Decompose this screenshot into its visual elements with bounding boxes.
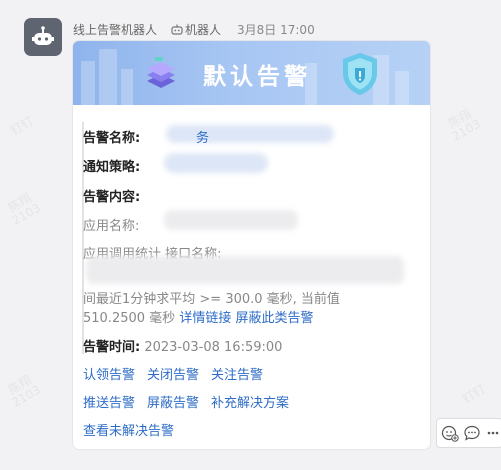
mask-similar-link[interactable]: 屏蔽此类告警: [235, 311, 313, 326]
robot-tag-icon: [171, 24, 183, 35]
robot-tag: 机器人: [171, 21, 221, 38]
action-row-1: 认领告警 关闭告警 关注告警: [83, 364, 275, 383]
robot-tag-label: 机器人: [185, 23, 222, 37]
redacted-alert-name: [166, 125, 334, 143]
push-alert-button[interactable]: 推送告警: [83, 396, 135, 411]
banner-title: 默认告警: [203, 64, 311, 90]
add-solution-button[interactable]: 补充解决方案: [211, 396, 289, 411]
message-time: 3月8日 17:00: [237, 23, 315, 37]
claim-alert-button[interactable]: 认领告警: [83, 368, 135, 383]
message-meta: 线上告警机器人 机器人 3月8日 17:00: [73, 21, 315, 38]
alert-time-value: 2023-03-08 16:59:00: [144, 340, 283, 355]
watermark: 陈翔2103: [5, 372, 44, 410]
content-label: 告警内容:: [83, 190, 141, 205]
shield-icon: [343, 53, 377, 95]
detail-link[interactable]: 详情链接: [179, 311, 231, 326]
robot-avatar[interactable]: [24, 18, 62, 56]
alert-time-label: 告警时间:: [83, 340, 141, 355]
action-row-3: 查看未解决告警: [83, 420, 186, 439]
app-name-label: 应用名称:: [83, 219, 140, 234]
view-unresolved-button[interactable]: 查看未解决告警: [83, 424, 174, 439]
action-row-2: 推送告警 屏蔽告警 补充解决方案: [83, 392, 301, 411]
policy-label: 通知策略:: [83, 160, 141, 175]
alert-banner: 默认告警: [73, 41, 430, 105]
watermark: 陈翔2103: [445, 106, 484, 144]
mask-alert-button[interactable]: 屏蔽告警: [147, 396, 199, 411]
current-value: 510.2500 毫秒: [83, 311, 176, 326]
sender-name[interactable]: 线上告警机器人: [73, 21, 157, 38]
policy-row: 通知策略:: [83, 156, 140, 175]
follow-alert-button[interactable]: 关注告警: [211, 368, 263, 383]
robot-icon: [32, 26, 54, 45]
alert-name-label: 告警名称:: [83, 131, 141, 146]
alert-time-row: 告警时间: 2023-03-08 16:59:00: [83, 336, 282, 355]
stack-icon: [147, 57, 175, 88]
watermark: 钉钉: [7, 114, 36, 139]
watermark: 陈翔2103: [5, 190, 44, 228]
desc-line-1: 间最近1分钟求平均 >= 300.0 毫秒, 当前值: [83, 292, 340, 307]
redacted-app-name: [164, 210, 298, 230]
redacted-policy: [164, 153, 268, 173]
watermark: 钉钉: [459, 382, 488, 407]
close-alert-button[interactable]: 关闭告警: [147, 368, 199, 383]
add-reaction-icon[interactable]: [441, 424, 459, 442]
reply-icon[interactable]: [463, 424, 481, 442]
app-name-row: 应用名称:: [83, 215, 139, 234]
content-row: 告警内容:: [83, 186, 140, 205]
redacted-interface-name: [86, 256, 404, 284]
alert-name-row: 告警名称:: [83, 127, 140, 146]
message-toolbar: [436, 418, 501, 448]
more-icon[interactable]: [486, 424, 500, 442]
desc-line-2: 510.2500 毫秒 详情链接 屏蔽此类告警: [83, 307, 313, 326]
alert-name-value: 务: [196, 131, 210, 146]
